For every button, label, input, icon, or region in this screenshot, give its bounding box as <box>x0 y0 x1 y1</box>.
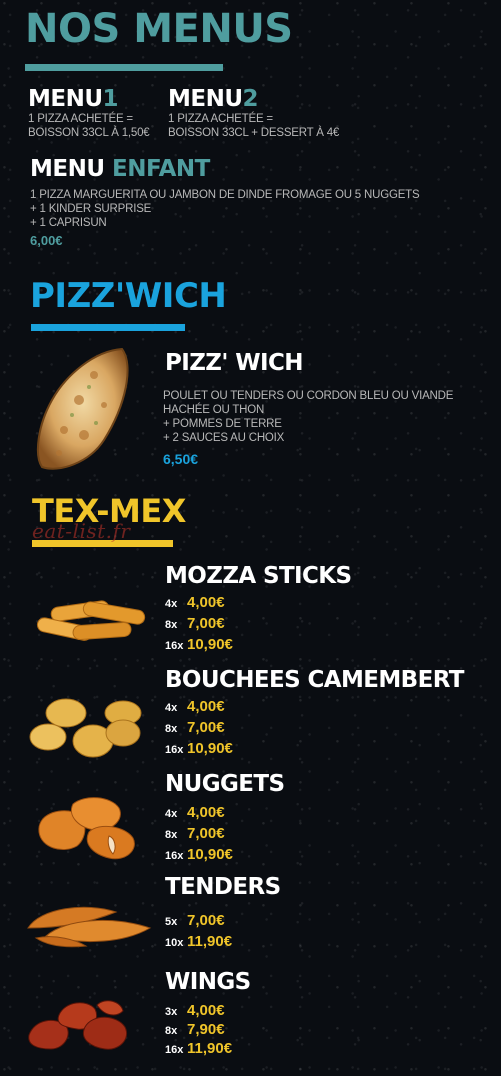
wings-title: WINGS <box>165 969 251 995</box>
menu-enfant-label2: ENFANT <box>112 156 210 182</box>
menu-enfant-line1: 1 PIZZA MARGUERITA OU JAMBON DE DINDE FR… <box>30 189 420 201</box>
mozza-sticks-prices: 4x 4,00€ 8x 7,00€ 16x 10,90€ <box>165 592 233 655</box>
bouchees-camembert-image <box>29 698 142 758</box>
mozza-sticks-title: MOZZA STICKS <box>165 563 352 589</box>
qty-label: 16x <box>165 640 184 652</box>
mozza-sticks-image <box>36 600 146 641</box>
pizzwich-section-title: PIZZ'WICH <box>30 276 227 316</box>
price-row: 16x 11,90€ <box>165 1039 232 1058</box>
price-amount: 4,00€ <box>187 594 225 611</box>
qty-label: 16x <box>165 850 184 862</box>
tenders-prices: 5x 7,00€ 10x 11,90€ <box>165 910 232 952</box>
menu-enfant-line3: + 1 CAPRISUN <box>30 217 107 229</box>
price-amount: 4,00€ <box>187 698 225 715</box>
price-row: 4x 4,00€ <box>165 802 233 823</box>
price-row: 5x 7,00€ <box>165 910 232 931</box>
qty-label: 4x <box>165 808 178 820</box>
qty-label: 4x <box>165 598 178 610</box>
pizzwich-underline <box>31 324 185 331</box>
menu-1-line1: 1 PIZZA ACHETÉE = <box>28 113 133 125</box>
nos-menus-title: NOS MENUS <box>25 6 293 52</box>
price-row: 4x 4,00€ <box>165 592 233 613</box>
menu-1: MENU1 1 PIZZA ACHETÉE = BOISSON 33CL À 1… <box>28 86 150 140</box>
price-row: 16x 10,90€ <box>165 738 233 759</box>
price-amount: 7,00€ <box>187 912 225 929</box>
price-amount: 10,90€ <box>187 846 233 863</box>
qty-label: 8x <box>165 723 178 735</box>
nuggets-prices: 4x 4,00€ 8x 7,00€ 16x 10,90€ <box>165 802 233 865</box>
qty-label: 10x <box>165 937 184 949</box>
menu-enfant-price: 6,00€ <box>30 233 63 248</box>
menu-2-number: 2 <box>242 86 259 112</box>
price-amount: 7,00€ <box>187 825 225 842</box>
price-row: 8x 7,00€ <box>165 613 233 634</box>
price-amount: 10,90€ <box>187 740 233 757</box>
pizzwich-line1: POULET OU TENDERS OU CORDON BLEU OU VIAN… <box>163 390 454 402</box>
menu-1-line2: BOISSON 33CL À 1,50€ <box>28 127 150 139</box>
price-row: 16x 10,90€ <box>165 634 233 655</box>
menu-enfant-label: MENU <box>30 156 105 182</box>
price-amount: 4,00€ <box>187 804 225 821</box>
price-row: 8x 7,00€ <box>165 823 233 844</box>
pizzwich-description: POULET OU TENDERS OU CORDON BLEU OU VIAN… <box>163 389 453 467</box>
price-amount: 10,90€ <box>187 636 233 653</box>
price-row: 16x 10,90€ <box>165 844 233 865</box>
price-amount: 4,00€ <box>187 1002 225 1019</box>
pizzwich-line2: HACHÉE OU THON <box>163 404 265 416</box>
price-amount: 7,00€ <box>187 615 225 632</box>
menu-1-label: MENU <box>28 86 103 112</box>
price-amount: 7,00€ <box>187 719 225 736</box>
qty-label: 5x <box>165 916 178 928</box>
menu-enfant-heading: MENU ENFANT <box>30 156 419 182</box>
price-amount: 11,90€ <box>187 1040 233 1057</box>
menu-enfant: MENU ENFANT 1 PIZZA MARGUERITA OU JAMBON… <box>30 156 420 248</box>
qty-label: 16x <box>165 744 184 756</box>
nuggets-image <box>38 797 135 860</box>
menu-2-label: MENU <box>168 86 243 112</box>
pizzwich-line4: + 2 SAUCES AU CHOIX <box>163 432 285 444</box>
watermark-text: eat-list.fr <box>32 519 131 543</box>
price-row: 10x 11,90€ <box>165 931 232 952</box>
pizzwich-price: 6,50€ <box>163 451 199 467</box>
wings-prices: 3x 4,00€ 8x 7,90€ 16x 11,90€ <box>165 1001 232 1058</box>
qty-label: 4x <box>165 702 178 714</box>
qty-label: 8x <box>165 619 178 631</box>
pizzwich-image <box>36 347 129 470</box>
qty-label: 16x <box>165 1044 184 1056</box>
price-row: 8x 7,90€ <box>165 1020 232 1039</box>
bouchees-camembert-prices: 4x 4,00€ 8x 7,00€ 16x 10,90€ <box>165 696 233 759</box>
price-row: 4x 4,00€ <box>165 696 233 717</box>
menu-1-heading: MENU1 <box>28 86 150 112</box>
nuggets-title: NUGGETS <box>165 771 285 797</box>
pizzwich-item-title: PIZZ' WICH <box>165 350 303 376</box>
bouchees-camembert-title: BOUCHEES CAMEMBERT <box>165 667 464 693</box>
price-row: 3x 4,00€ <box>165 1001 232 1020</box>
qty-label: 8x <box>165 829 178 841</box>
wings-image <box>28 1000 127 1050</box>
menu-2-heading: MENU2 <box>168 86 339 112</box>
tenders-title: TENDERS <box>165 874 281 900</box>
menu-enfant-line2: + 1 KINDER SURPRISE <box>30 203 152 215</box>
price-row: 8x 7,00€ <box>165 717 233 738</box>
price-amount: 7,90€ <box>187 1021 225 1038</box>
tenders-image <box>27 906 152 948</box>
price-amount: 11,90€ <box>187 933 233 950</box>
menu-2-line2: BOISSON 33CL + DESSERT À 4€ <box>168 127 340 139</box>
pizzwich-line3: + POMMES DE TERRE <box>163 418 282 430</box>
menu-1-number: 1 <box>102 86 119 112</box>
menu-2-line1: 1 PIZZA ACHETÉE = <box>168 113 273 125</box>
nos-menus-underline <box>25 64 223 71</box>
menu-2: MENU2 1 PIZZA ACHETÉE = BOISSON 33CL + D… <box>168 86 339 140</box>
